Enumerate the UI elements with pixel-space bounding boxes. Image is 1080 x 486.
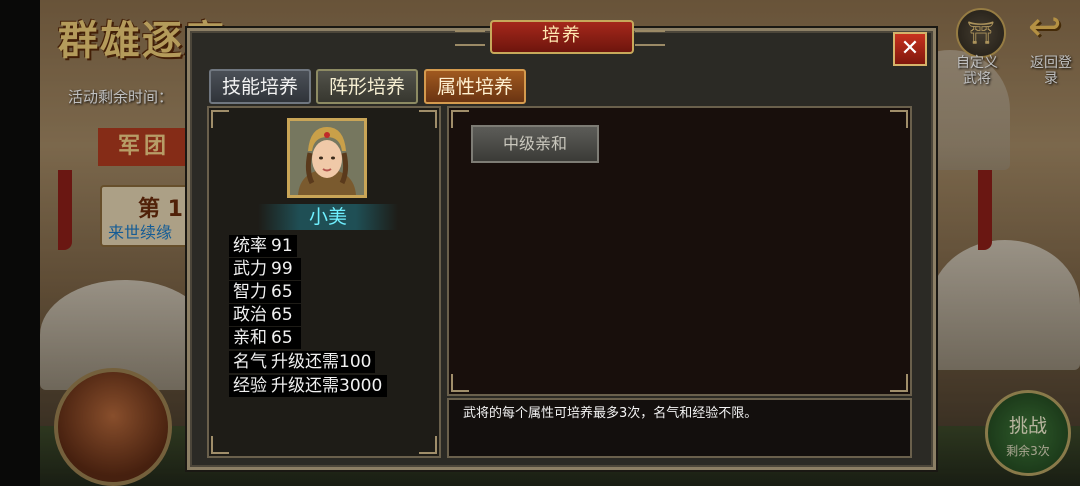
- stat-label: 亲和: [233, 328, 267, 348]
- stat-value: 65: [271, 305, 293, 325]
- stat-row-experience: 经验 升级还需3000: [229, 375, 387, 397]
- close-icon[interactable]: ✕: [893, 32, 927, 66]
- stat-label: 经验: [233, 376, 267, 396]
- corner-ornament: [211, 436, 229, 454]
- stat-label: 武力: [233, 259, 267, 279]
- corner-ornament: [890, 374, 908, 392]
- dialog-title: 培养: [490, 20, 634, 54]
- tab-skill-training[interactable]: 技能培养: [209, 69, 311, 104]
- corner-ornament: [451, 374, 469, 392]
- corner-ornament: [890, 110, 908, 128]
- general-portrait: [287, 118, 367, 198]
- stat-row-force: 武力 99: [229, 258, 301, 280]
- stat-row-affinity: 亲和 65: [229, 327, 301, 349]
- stat-row-politics: 政治 65: [229, 304, 301, 326]
- stat-row-command: 统率 91: [229, 235, 297, 257]
- stat-value: 91: [271, 236, 293, 256]
- stat-label: 统率: [233, 236, 267, 256]
- stat-label: 政治: [233, 305, 267, 325]
- corner-ornament: [419, 110, 437, 128]
- tab-formation-training[interactable]: 阵形培养: [316, 69, 418, 104]
- corner-ornament: [211, 110, 229, 128]
- title-ornament-left: [455, 30, 485, 46]
- attribute-train-button[interactable]: 中级亲和: [471, 125, 599, 163]
- stat-value: 升级还需3000: [271, 376, 383, 396]
- description-text: 武将的每个属性可培养最多3次，名气和经验不限。: [463, 406, 758, 421]
- stat-row-fame: 名气 升级还需100: [229, 351, 375, 373]
- stat-label: 名气: [233, 352, 267, 372]
- stat-value: 99: [271, 259, 293, 279]
- corner-ornament: [451, 110, 469, 128]
- stat-row-intelligence: 智力 65: [229, 281, 301, 303]
- title-ornament-right: [635, 30, 665, 46]
- corner-ornament: [419, 436, 437, 454]
- stat-value: 65: [271, 282, 293, 302]
- tab-attribute-training[interactable]: 属性培养: [424, 69, 526, 104]
- stat-value: 65: [271, 328, 293, 348]
- stat-label: 智力: [233, 282, 267, 302]
- stat-value: 升级还需100: [271, 352, 372, 372]
- general-name: 小美: [258, 204, 398, 230]
